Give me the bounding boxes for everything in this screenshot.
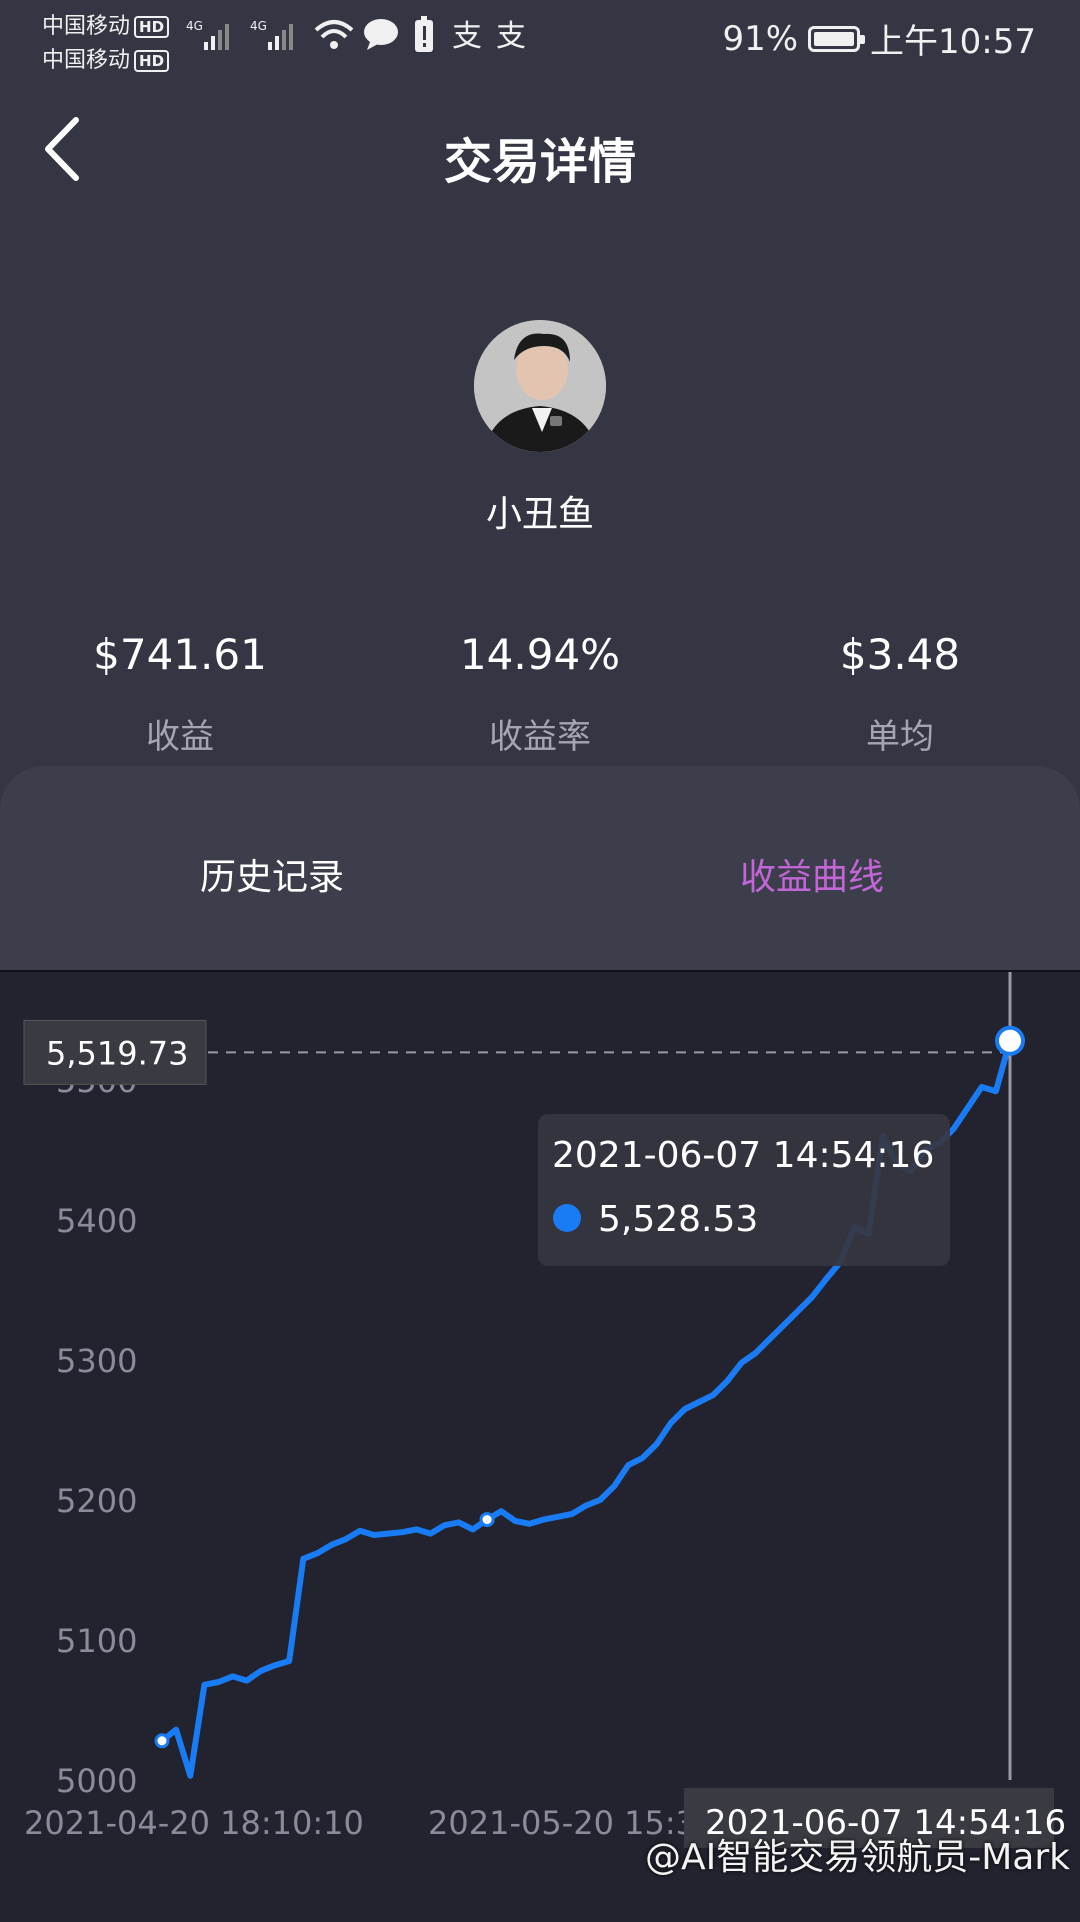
stat-value: 14.94% bbox=[459, 630, 621, 679]
tooltip-value: 5,528.53 bbox=[598, 1199, 758, 1240]
navigation-bar: 交易详情 bbox=[0, 100, 1080, 200]
battery-icon bbox=[808, 25, 866, 52]
hd-badge: HD bbox=[134, 16, 170, 38]
username: 小丑鱼 bbox=[485, 494, 594, 535]
svg-text:支: 支 bbox=[496, 19, 526, 52]
y-tick-label: 5000 bbox=[56, 1762, 137, 1800]
tab-panel: 历史记录 收益曲线 bbox=[0, 766, 1080, 970]
stat-label: 单均 bbox=[866, 717, 934, 757]
status-right: 91% 上午10:57 bbox=[722, 14, 1036, 63]
stat-label: 收益 bbox=[146, 717, 214, 757]
svg-text:4G: 4G bbox=[186, 19, 203, 33]
page-title: 交易详情 bbox=[443, 134, 636, 190]
y-crosshair-label: 5,519.73 bbox=[46, 1034, 189, 1072]
signal-icon: 4G bbox=[250, 19, 293, 50]
signal-icon: 4G bbox=[186, 19, 229, 50]
y-tick-label: 5300 bbox=[56, 1342, 137, 1380]
tooltip-time: 2021-06-07 14:54:16 bbox=[552, 1135, 934, 1176]
battery-warning-icon bbox=[415, 16, 433, 52]
avatar[interactable] bbox=[474, 320, 606, 452]
mid-point-marker bbox=[479, 1512, 495, 1528]
wifi-icon bbox=[314, 20, 354, 49]
start-point-marker bbox=[154, 1733, 170, 1749]
stat-value: $3.48 bbox=[839, 630, 961, 679]
x-tick-label: 2021-04-20 18:10:10 bbox=[24, 1804, 364, 1842]
y-tick-label: 5100 bbox=[56, 1622, 137, 1660]
tooltip-series-dot bbox=[553, 1204, 581, 1232]
carrier-label: 中国移动 HD bbox=[42, 42, 170, 74]
avatar-image bbox=[474, 320, 606, 452]
hd-badge: HD bbox=[134, 50, 170, 72]
alipay-icon: 支 支 bbox=[452, 19, 526, 52]
svg-text:4G: 4G bbox=[250, 19, 267, 33]
profit-chart[interactable]: 5000510052005300540055005,519.732021-06-… bbox=[0, 970, 1080, 1922]
message-icon bbox=[364, 19, 398, 50]
svg-text:支: 支 bbox=[452, 19, 482, 52]
watermark: @AI智能交易领航员-Mark bbox=[644, 1837, 1070, 1878]
selected-point-marker bbox=[995, 1025, 1025, 1056]
y-tick-label: 5400 bbox=[56, 1202, 137, 1240]
carrier-label: 中国移动 HD bbox=[42, 8, 170, 40]
y-tick-label: 5200 bbox=[56, 1482, 137, 1520]
stat-label: 收益率 bbox=[489, 717, 591, 757]
status-bar: 中国移动 HD 中国移动 HD 4G 4G 支 支 91% 上午10:57 bbox=[0, 0, 1080, 80]
stat-average: $3.48 单均 bbox=[720, 630, 1080, 758]
tab-history[interactable]: 历史记录 bbox=[200, 848, 344, 900]
battery-percent: 91% bbox=[722, 18, 799, 59]
clock: 上午10:57 bbox=[870, 22, 1036, 62]
stat-value: $741.61 bbox=[93, 630, 267, 679]
line-chart[interactable]: 5000510052005300540055005,519.732021-06-… bbox=[0, 972, 1080, 1922]
tab-profit-curve[interactable]: 收益曲线 bbox=[740, 848, 884, 900]
stat-profit: $741.61 收益 bbox=[0, 630, 360, 758]
stat-return-rate: 14.94% 收益率 bbox=[360, 630, 720, 758]
